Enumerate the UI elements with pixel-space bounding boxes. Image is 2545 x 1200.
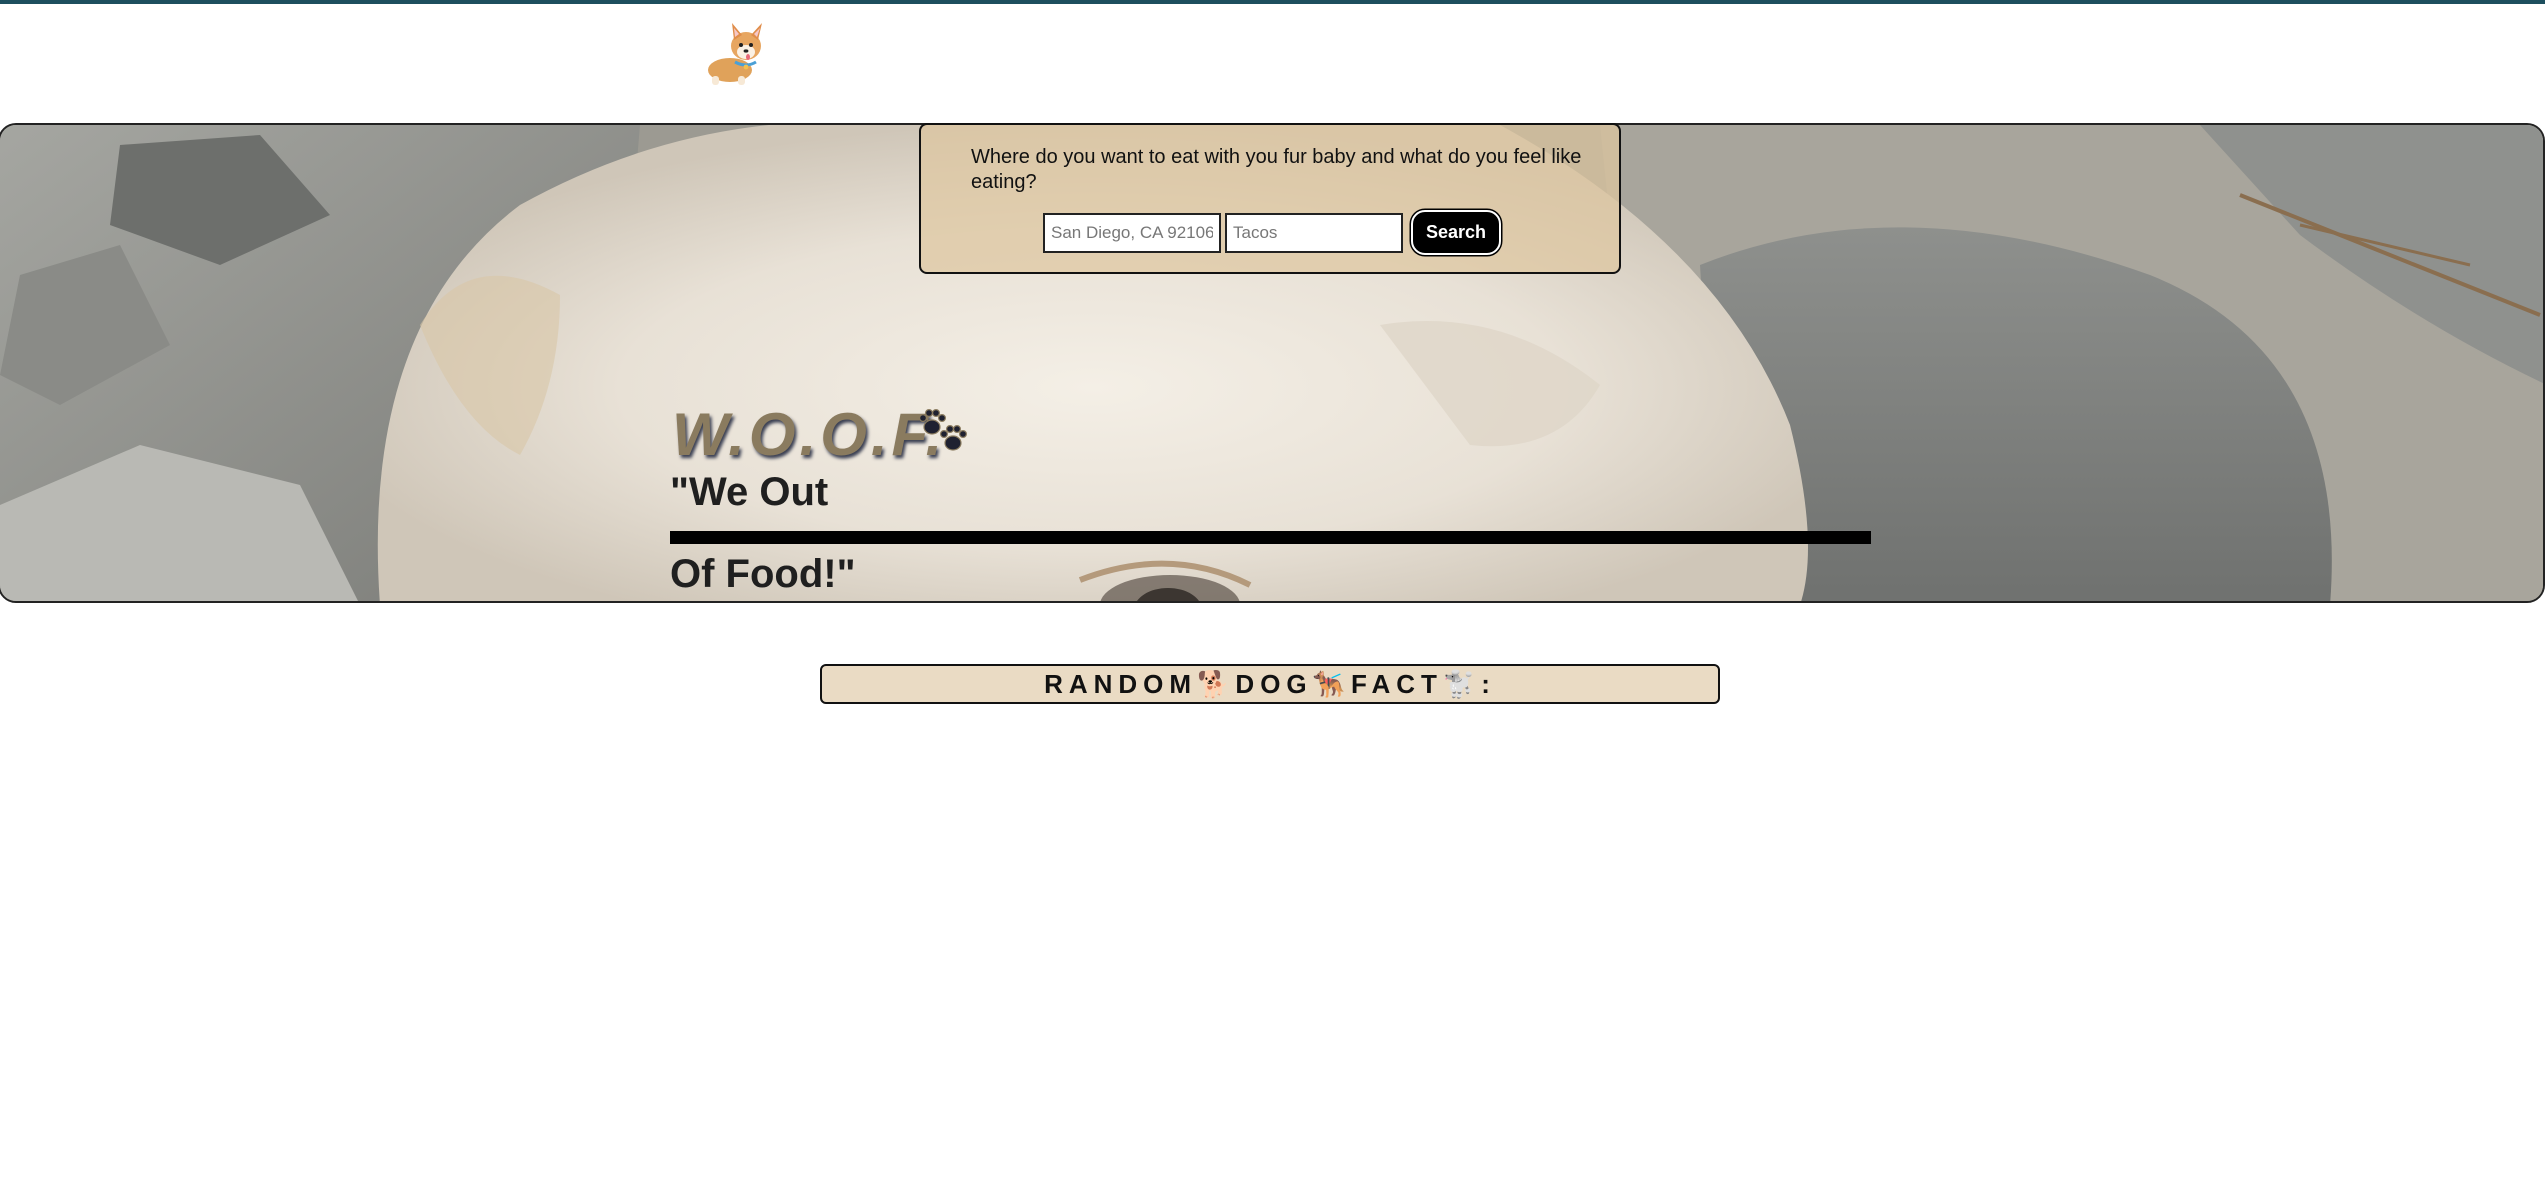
paw-prints-icon	[918, 408, 967, 451]
random-dog-fact-bar: RANDOM🐕DOG🐕‍🦺FACT🐩:	[820, 664, 1720, 704]
corgi-logo-icon[interactable]	[702, 20, 772, 90]
tagline-divider	[670, 531, 1871, 544]
search-panel: Where do you want to eat with you fur ba…	[919, 123, 1621, 274]
brand-title: W.O.O.F.	[672, 401, 947, 468]
search-button[interactable]: Search	[1411, 210, 1501, 255]
random-dog-fact-title: RANDOM🐕DOG🐕‍🦺FACT🐩:	[1044, 669, 1496, 699]
location-input[interactable]	[1043, 213, 1221, 253]
food-input[interactable]	[1225, 213, 1403, 253]
search-prompt: Where do you want to eat with you fur ba…	[971, 146, 1582, 193]
site-header	[0, 4, 2545, 124]
tagline-line-2: Of Food!"	[670, 552, 856, 596]
tagline-line-1: "We Out	[670, 470, 829, 514]
